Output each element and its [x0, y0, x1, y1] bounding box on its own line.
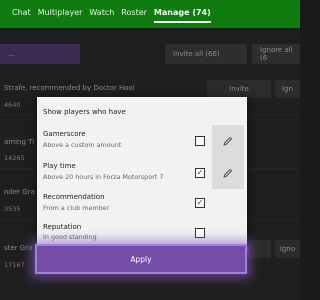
option-gamerscore-desc: Above a custom amount — [43, 141, 122, 149]
ignore-button[interactable]: Igno — [275, 240, 300, 258]
option-recommendation-desc: From a club member — [43, 204, 110, 212]
tab-manage[interactable]: Manage (74) — [153, 0, 211, 23]
dialog-title: Show players who have — [43, 108, 126, 116]
ignore-all-button[interactable]: Ignore all (6 — [252, 44, 300, 64]
option-playtime-label: Play time — [43, 162, 76, 170]
option-playtime-desc: Above 20 hours in Forza Motorsport 7 — [43, 173, 164, 181]
row-name: aming Ti — [4, 138, 35, 146]
edit-gamerscore-button[interactable] — [212, 125, 244, 157]
gamerscore-checkbox[interactable] — [195, 136, 205, 146]
ignore-button[interactable]: Ign — [275, 80, 300, 98]
playtime-checkbox[interactable]: ✓ — [195, 168, 205, 178]
invite-all-button[interactable]: Invite all (66) — [165, 44, 247, 64]
checkmark-icon: ✓ — [196, 168, 204, 177]
option-reputation-desc: In good standing — [43, 233, 97, 241]
row-number: 3535 — [4, 205, 21, 213]
tab-roster[interactable]: Roster — [121, 0, 147, 17]
row-number: 14265 — [4, 154, 25, 162]
option-recommendation-label: Recommendation — [43, 193, 105, 201]
row-name: ster Gra — [4, 244, 33, 252]
row-number: 17167 — [4, 261, 25, 269]
tab-multiplayer[interactable]: Multiplayer — [38, 0, 83, 17]
recommendation-checkbox[interactable]: ✓ — [195, 198, 205, 208]
row-name: nder Gra — [4, 188, 35, 196]
row-number: 4640 — [4, 101, 21, 109]
filter-button[interactable]: ... — [0, 44, 80, 64]
reputation-checkbox[interactable] — [195, 228, 205, 238]
pencil-icon — [223, 136, 233, 146]
pencil-icon — [223, 168, 233, 178]
tab-chat[interactable]: Chat — [12, 0, 31, 17]
invite-button[interactable]: Invite — [207, 80, 271, 98]
checkmark-icon: ✓ — [196, 198, 204, 207]
row-name: Strafe, recommended by Doctor Hool — [4, 84, 135, 92]
apply-button[interactable]: Apply — [35, 244, 247, 274]
tab-watch[interactable]: Watch — [89, 0, 114, 17]
filter-dialog: Show players who have Gamerscore Above a… — [37, 97, 247, 244]
option-gamerscore-label: Gamerscore — [43, 130, 86, 138]
top-nav-bar: Chat Multiplayer Watch Roster Manage (74… — [0, 0, 300, 28]
edit-playtime-button[interactable] — [212, 157, 244, 189]
option-reputation-label: Reputation — [43, 223, 82, 231]
